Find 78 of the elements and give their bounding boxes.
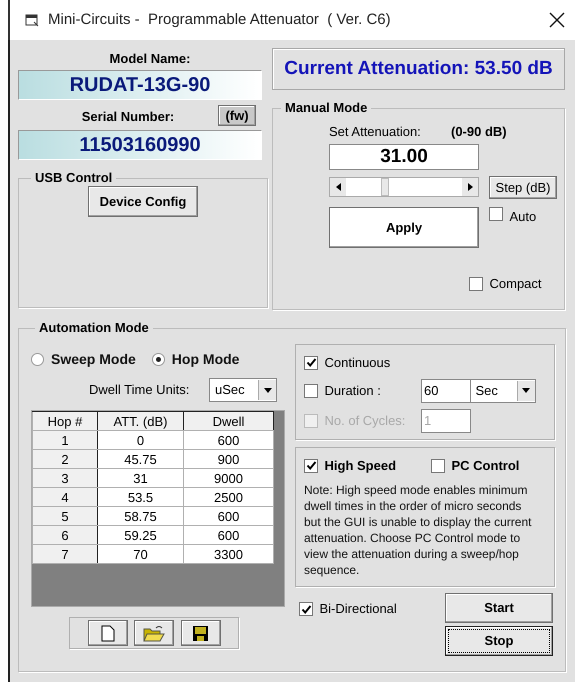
window-title: Mini-Circuits - Programmable Attenuator ( Ver. C6): [48, 10, 391, 30]
column-header: ATT. (dB): [98, 412, 184, 430]
table-cell: 0: [98, 430, 184, 450]
row-header: 7: [32, 544, 98, 564]
row-header: 5: [32, 506, 98, 526]
firmware-button[interactable]: (fw): [218, 104, 256, 126]
current-attenuation: Current Attenuation: 53.50 dB: [284, 56, 553, 81]
checkbox-label: Continuous: [324, 354, 390, 372]
column-header: Hop #: [32, 412, 98, 430]
field-label: Serial Number:: [80, 108, 176, 126]
folder-icon: [143, 624, 165, 642]
table-cell: 600: [184, 526, 274, 544]
serial-number-field: 11503160990: [18, 130, 262, 160]
action-button[interactable]: Start: [445, 593, 553, 623]
row-header: 3: [32, 468, 98, 488]
table-cell: 59.25: [98, 526, 184, 544]
checkbox[interactable]: [304, 458, 318, 473]
checkbox-label: Duration :: [324, 382, 382, 400]
caret-icon[interactable]: [522, 388, 530, 393]
action-button[interactable]: Stop: [445, 626, 553, 656]
row-header: 1: [32, 430, 98, 450]
checkbox-label: Compact: [490, 275, 542, 293]
table-cell: 45.75: [98, 450, 184, 468]
checkbox[interactable]: [299, 602, 313, 616]
radio-button[interactable]: [152, 352, 165, 366]
device-config-button[interactable]: Device Config: [88, 186, 198, 217]
checkbox-label: Auto: [510, 208, 536, 226]
model-name-field: RUDAT-13G-90: [18, 70, 262, 100]
dwell-units-dropdown[interactable]: uSec: [209, 378, 277, 402]
save-button[interactable]: [180, 620, 220, 646]
table-cell: 31: [98, 468, 184, 488]
checkbox[interactable]: [469, 276, 483, 291]
row-header: 6: [32, 526, 98, 544]
column-header: Dwell: [184, 412, 274, 430]
table-cell: 58.75: [98, 506, 184, 526]
folder-button[interactable]: [134, 620, 174, 646]
caret-icon[interactable]: [264, 388, 272, 392]
radio-button[interactable]: [31, 352, 44, 366]
group-title: USB Control: [34, 170, 114, 186]
table-cell: 2500: [184, 488, 274, 506]
attenuation-input[interactable]: 31.00: [329, 144, 479, 170]
checkbox-label: Bi-Directional: [320, 600, 397, 618]
table-cell: 53.5: [98, 488, 184, 506]
table-cell: 600: [184, 430, 274, 450]
checkbox-label: High Speed: [324, 457, 398, 475]
slider[interactable]: [329, 176, 479, 196]
new-file-button[interactable]: [88, 620, 128, 646]
range-label: (0-90 dB): [451, 123, 507, 140]
group-title: Manual Mode: [284, 100, 368, 116]
apply-button[interactable]: Apply: [329, 207, 479, 248]
checkbox[interactable]: [304, 384, 318, 398]
row-header: 2: [32, 450, 98, 468]
checkbox-label: PC Control: [452, 457, 520, 475]
field-label: Dwell Time Units:: [89, 381, 190, 400]
checkbox[interactable]: [489, 207, 503, 221]
table-cell: 9000: [184, 468, 274, 488]
table-cell: 900: [184, 450, 274, 468]
field-label: Model Name:: [108, 50, 192, 68]
radio-label: Hop Mode: [172, 350, 240, 369]
note-text: Note: High speed mode enables minimum dwell times in the order of micro seconds but the GUI is unable to display the current attenuation. Choose PC Control mode to view the attenuation during a sweep/hop sequence.: [304, 482, 532, 578]
duration-unit-dropdown[interactable]: Sec: [470, 378, 536, 402]
step-button[interactable]: Step (dB): [489, 176, 557, 199]
field-label: Set Attenuation:: [329, 123, 422, 140]
radio-label: Sweep Mode: [51, 350, 136, 369]
row-header: 4: [32, 488, 98, 506]
app-icon: [24, 12, 40, 28]
slider-thumb[interactable]: [381, 178, 390, 196]
checkbox-label: No. of Cycles:: [324, 412, 406, 430]
save-icon: [192, 624, 209, 642]
checkbox[interactable]: [304, 356, 318, 370]
checkbox[interactable]: [431, 458, 445, 473]
duration-input[interactable]: 60: [421, 378, 471, 402]
table-cell: 70: [98, 544, 184, 564]
group-title: Automation Mode: [38, 320, 150, 336]
table-cell: 600: [184, 506, 274, 526]
close-icon[interactable]: [549, 12, 565, 28]
table-cell: 3300: [184, 544, 274, 564]
new-file-icon: [100, 624, 114, 642]
